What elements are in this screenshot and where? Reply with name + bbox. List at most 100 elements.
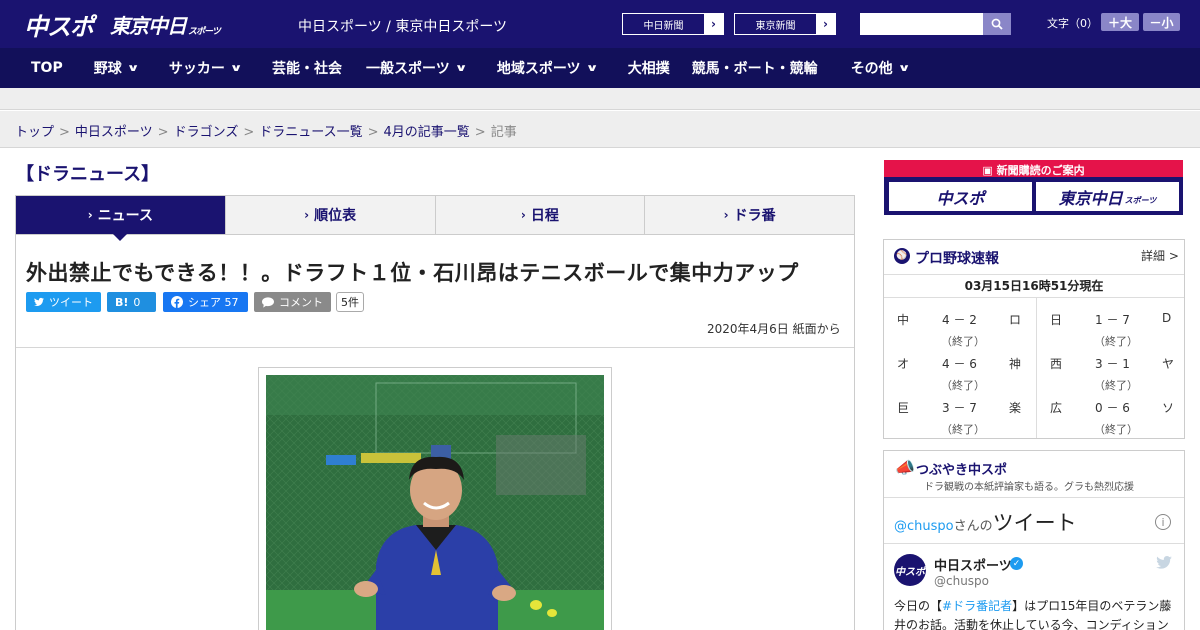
- nav-item-3[interactable]: 芸能・社会: [272, 58, 342, 78]
- chunichi-shimbun-label: 中日新聞: [643, 20, 684, 32]
- info-icon[interactable]: i: [1155, 514, 1171, 530]
- article-headline: 外出禁止でもできる！！。ドラフト１位・石川昂はテニスボールで集中力アップ: [26, 261, 799, 285]
- baseball-title: プロ野球速報: [915, 251, 999, 267]
- breadcrumb-link[interactable]: トップ: [15, 125, 54, 140]
- chevron-right-icon: ›: [87, 208, 93, 222]
- chevron-right-icon: ›: [520, 208, 526, 222]
- baseball-detail-link[interactable]: 詳細 >: [1141, 247, 1179, 264]
- chevron-down-icon: ∨: [229, 62, 243, 74]
- tweet-text: 今日の【#ドラ番記者】はプロ15年目のベテラン藤井のお話。活動を休止している今、…: [894, 597, 1176, 630]
- subscribe-tokyo-sub: スポーツ: [1124, 196, 1157, 205]
- game-score-value: 0 － 6: [1095, 401, 1130, 415]
- facebook-icon: [171, 296, 183, 308]
- tab-3[interactable]: › ドラ番: [644, 196, 854, 234]
- nav-item-1[interactable]: 野球 ∨: [94, 58, 140, 78]
- font-smaller-button[interactable]: －小: [1143, 13, 1180, 31]
- twitter-bird-icon[interactable]: [1156, 556, 1172, 569]
- facebook-share-button[interactable]: シェア 57: [163, 292, 248, 312]
- nav-item-2[interactable]: サッカー ∨: [168, 58, 243, 78]
- main-nav: TOP 野球 ∨ サッカー ∨ 芸能・社会 一般スポーツ ∨ 地域スポーツ ∨ 大相撲 競馬・ボート・…: [0, 48, 1200, 88]
- embed-handle-link[interactable]: @chuspo: [894, 519, 954, 534]
- away-team: ソ: [1162, 401, 1175, 415]
- breadcrumb-link[interactable]: 4月の記事一覧: [384, 125, 470, 140]
- account-name[interactable]: 中日スポーツ: [934, 555, 1012, 574]
- chevron-down-icon: ∨: [585, 62, 599, 74]
- breadcrumb-link[interactable]: 中日スポーツ: [75, 125, 153, 140]
- tweets-subtitle: ドラ観戦の本紙評論家も語る。グラも熱烈応援: [924, 482, 1134, 493]
- subscribe-tokyo-chunichi-logo[interactable]: 東京中日 スポーツ: [1036, 182, 1179, 211]
- megaphone-icon: 📣: [895, 458, 915, 477]
- tweet-button[interactable]: ツイート: [26, 292, 101, 312]
- article-photo[interactable]: [266, 375, 604, 630]
- nav-item-0[interactable]: TOP: [31, 60, 63, 76]
- away-team: D: [1162, 311, 1172, 325]
- breadcrumb-link[interactable]: ドラニュース一覧: [259, 125, 362, 140]
- home-team: 巨: [897, 401, 910, 415]
- tab-0[interactable]: › ニュース: [16, 196, 225, 241]
- game-score-value: 4 － 2: [942, 313, 977, 327]
- tab-label: ニュース: [97, 208, 153, 224]
- chevron-right-icon: ›: [816, 14, 835, 34]
- tweets-title: つぶやき中スポ: [916, 463, 1008, 478]
- avatar[interactable]: 中スポ: [894, 554, 926, 586]
- tweet-hashtag-link[interactable]: #ドラ番記者: [942, 599, 1012, 613]
- tweet-label: ツイート: [49, 296, 93, 309]
- tab-label: ドラ番: [733, 208, 776, 224]
- game-score-value: 4 － 6: [942, 357, 977, 371]
- game-score: 日1 － 7 D （終了）: [1037, 299, 1187, 348]
- breadcrumb-link[interactable]: ドラゴンズ: [174, 125, 239, 140]
- subscribe-chuspo-logo[interactable]: 中スポ: [889, 182, 1032, 211]
- font-size-label: 文字（0）: [1047, 17, 1098, 30]
- search-button[interactable]: [983, 13, 1011, 35]
- baseball-timestamp: 03月15日16時51分現在: [884, 274, 1184, 298]
- twitter-bird-icon: [34, 297, 44, 306]
- game-score-value: 3 － 1: [1095, 357, 1130, 371]
- chevron-down-icon: ∨: [897, 62, 911, 74]
- nav-item-label: サッカー: [168, 61, 225, 77]
- chuspo-logo[interactable]: 中スポ: [24, 8, 94, 41]
- nav-item-4[interactable]: 一般スポーツ ∨: [366, 58, 467, 78]
- tokyo-shimbun-label: 東京新聞: [755, 20, 796, 32]
- article-divider: [16, 347, 854, 348]
- tab-2[interactable]: › 日程: [434, 196, 645, 234]
- chunichi-shimbun-link[interactable]: 中日新聞 ›: [622, 13, 724, 35]
- hatena-count: 0: [133, 295, 141, 309]
- game-score: 西3 － 1 ヤ（終了）: [1037, 343, 1187, 392]
- comment-count-badge[interactable]: 5件: [336, 292, 364, 312]
- tokyo-chunichi-logo[interactable]: 東京中日 スポーツ: [110, 8, 221, 40]
- verified-badge-icon: ✓: [1010, 557, 1023, 570]
- tab-label: 順位表: [314, 208, 357, 224]
- embed-suffix: さんの: [953, 519, 993, 534]
- hatena-bookmark-button[interactable]: B! 0: [107, 292, 156, 312]
- home-team: 西: [1050, 357, 1063, 371]
- chevron-right-icon: ›: [723, 208, 729, 222]
- comment-button[interactable]: コメント: [254, 292, 331, 312]
- search-input[interactable]: [860, 13, 983, 35]
- facebook-share-count: 57: [224, 295, 239, 309]
- nav-item-6[interactable]: 大相撲: [628, 58, 670, 78]
- nav-item-5[interactable]: 地域スポーツ ∨: [497, 58, 599, 78]
- breadcrumb-separator: >: [474, 125, 486, 140]
- site-header: 中スポ 東京中日 スポーツ 中日スポーツ / 東京中日スポーツ 中日新聞 › 東京…: [0, 0, 1200, 48]
- subscription-title-text: 新聞購読のご案内: [996, 164, 1085, 177]
- tweet-text-pre: 今日の【: [894, 599, 943, 613]
- breadcrumb-separator: >: [367, 125, 379, 140]
- chevron-right-icon: ›: [304, 208, 310, 222]
- tab-1[interactable]: › 順位表: [224, 196, 435, 234]
- font-larger-button[interactable]: ＋大: [1101, 13, 1139, 31]
- nav-item-8[interactable]: その他 ∨: [850, 58, 911, 78]
- chevron-down-icon: ∨: [126, 62, 140, 74]
- subscribe-tokyo-main: 東京中日: [1058, 188, 1123, 208]
- tokyo-shimbun-link[interactable]: 東京新聞 ›: [734, 13, 836, 35]
- breadcrumb-separator: >: [59, 125, 70, 140]
- sub-nav-strip: [0, 88, 1200, 110]
- subscription-title: ▣ 新聞購読のご案内: [884, 162, 1183, 178]
- nav-item-label: 芸能・社会: [271, 61, 342, 77]
- twitter-embed-title: @chuspoさんのツイート: [894, 507, 1077, 537]
- breadcrumb: トップ > 中日スポーツ > ドラゴンズ > ドラニュース一覧 >4月の記事一覧 > 記事: [0, 111, 1200, 148]
- account-handle[interactable]: @chuspo: [934, 574, 989, 588]
- home-team: オ: [897, 357, 910, 371]
- nav-item-label: その他: [850, 61, 893, 77]
- away-team: ヤ: [1162, 357, 1175, 371]
- nav-item-7[interactable]: 競馬・ボート・競輪: [692, 58, 818, 78]
